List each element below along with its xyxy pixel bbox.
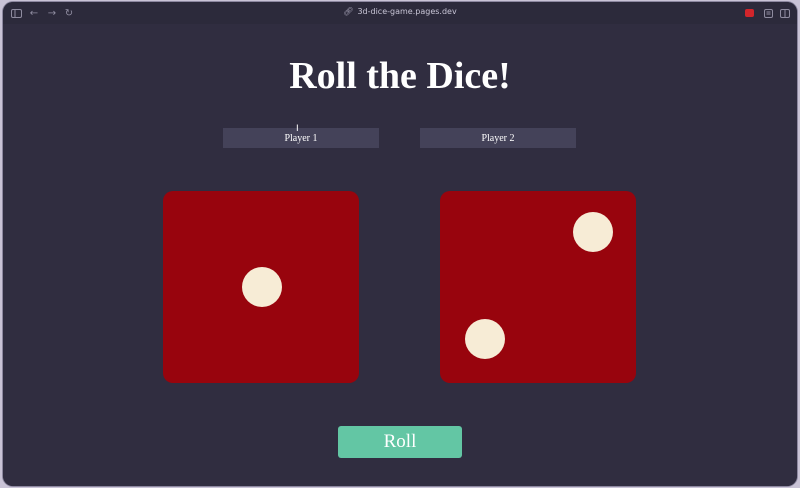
die-pip bbox=[573, 212, 613, 252]
roll-button[interactable]: Roll bbox=[338, 426, 462, 458]
extension-icon[interactable] bbox=[745, 9, 754, 17]
die-player-2 bbox=[440, 191, 636, 383]
address-bar[interactable]: 🔗︎ 3d-dice-game.pages.dev bbox=[3, 7, 797, 16]
page-content: Roll the Dice! I Roll bbox=[3, 24, 797, 486]
die-pip bbox=[242, 267, 282, 307]
tab-overview-icon[interactable] bbox=[778, 6, 792, 20]
browser-window: ← → ↻ 🔗︎ 3d-dice-game.pages.dev Roll the … bbox=[3, 2, 797, 486]
link-icon: 🔗︎ bbox=[343, 7, 354, 16]
die-player-1 bbox=[163, 191, 359, 383]
browser-toolbar: ← → ↻ 🔗︎ 3d-dice-game.pages.dev bbox=[3, 2, 797, 24]
player-2-name-input[interactable] bbox=[420, 128, 576, 148]
url-text: 3d-dice-game.pages.dev bbox=[357, 7, 457, 16]
reader-icon[interactable] bbox=[761, 6, 775, 20]
player-1-name-input[interactable] bbox=[223, 128, 379, 148]
die-pip bbox=[465, 319, 505, 359]
text-cursor-icon: I bbox=[296, 124, 299, 134]
page-title: Roll the Dice! bbox=[289, 55, 511, 97]
